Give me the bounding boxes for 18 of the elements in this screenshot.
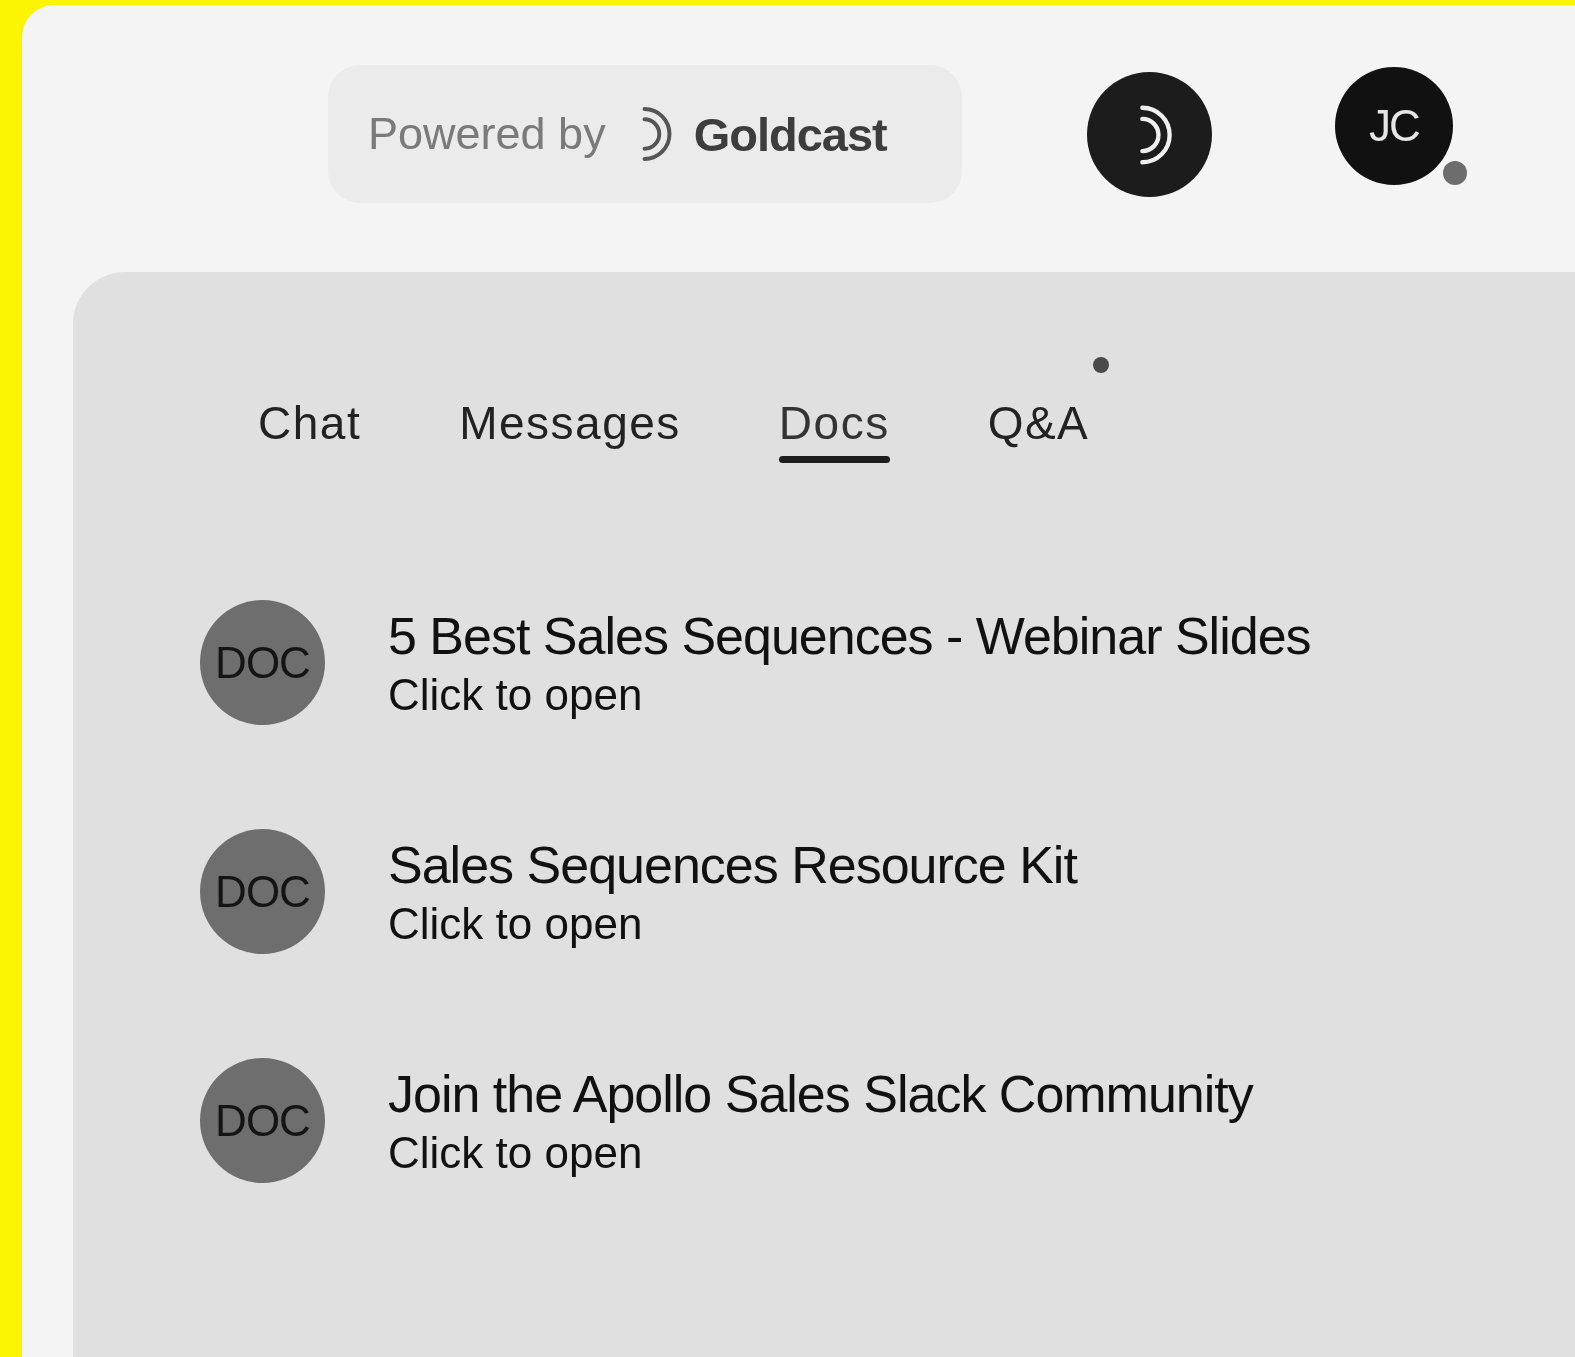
brand-name: Goldcast xyxy=(693,106,887,162)
doc-title[interactable]: 5 Best Sales Sequences - Webinar Slides xyxy=(388,605,1311,666)
tab[interactable]: Chat xyxy=(258,357,362,467)
doc-icon[interactable]: DOC xyxy=(200,600,325,725)
user-avatar[interactable]: JC xyxy=(1335,67,1453,185)
tab[interactable]: Messages xyxy=(459,357,681,467)
doc-subtitle: Click to open xyxy=(388,669,644,720)
doc-title[interactable]: Sales Sequences Resource Kit xyxy=(388,834,1077,895)
status-dot xyxy=(1443,161,1467,185)
tab[interactable]: Q&A xyxy=(987,357,1090,467)
powered-by-badge[interactable]: Powered by Goldcast xyxy=(328,65,962,203)
doc-subtitle: Click to open xyxy=(388,898,644,949)
doc-icon[interactable]: DOC xyxy=(200,1058,325,1183)
tab[interactable]: Docs xyxy=(778,357,890,467)
powered-by-label: Powered by xyxy=(368,108,606,160)
doc-icon[interactable]: DOC xyxy=(200,829,325,954)
doc-subtitle: Click to open xyxy=(388,1127,644,1178)
doc-title[interactable]: Join the Apollo Sales Slack Community xyxy=(388,1063,1253,1124)
